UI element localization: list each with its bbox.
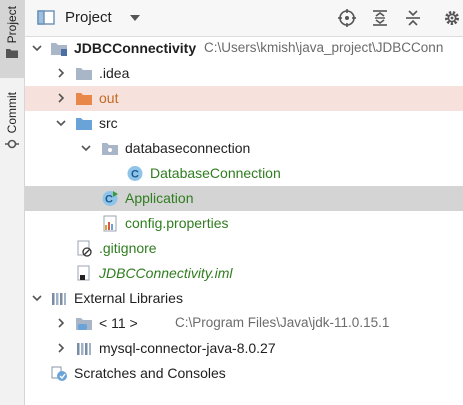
commit-tab-label: Commit xyxy=(5,92,19,134)
tree-item-scratches[interactable]: Scratches and Consoles xyxy=(25,361,463,386)
library-icon xyxy=(52,293,66,305)
tree-item-mysql-connector[interactable]: mysql-connector-java-8.0.27 xyxy=(25,336,463,361)
java-runnable-class-icon: C xyxy=(102,191,118,206)
library-icon xyxy=(77,343,91,355)
chevron-down-icon[interactable] xyxy=(32,293,42,303)
mysql-connector-label: mysql-connector-java-8.0.27 xyxy=(99,340,276,356)
commit-icon xyxy=(5,140,19,149)
out-folder-label: out xyxy=(99,90,119,106)
scratches-icon xyxy=(51,366,67,381)
tree-item-src[interactable]: src xyxy=(25,111,463,136)
chevron-down-icon[interactable] xyxy=(32,43,42,53)
svg-text:C: C xyxy=(105,194,113,206)
chevron-right-icon[interactable] xyxy=(56,343,66,353)
chevron-down-icon[interactable] xyxy=(56,118,66,128)
tree-item-application[interactable]: C Application xyxy=(25,186,463,211)
folder-icon xyxy=(6,49,18,59)
tree-item-jdk[interactable]: < 11 > C:\Program Files\Java\jdk-11.0.15… xyxy=(25,311,463,336)
java-class-icon: C xyxy=(127,166,143,181)
gear-icon[interactable] xyxy=(443,9,461,27)
jdk-version-label: < 11 > xyxy=(99,315,138,331)
iml-file-label: JDBCConnectivity.iml xyxy=(99,265,233,281)
tree-item-idea[interactable]: .idea xyxy=(25,61,463,86)
idea-folder-label: .idea xyxy=(99,65,130,81)
src-folder-label: src xyxy=(99,115,118,131)
package-label: databaseconnection xyxy=(125,140,251,156)
config-properties-label: config.properties xyxy=(125,215,229,231)
tree-item-package[interactable]: databaseconnection xyxy=(25,136,463,161)
application-label: Application xyxy=(125,190,194,206)
tree-item-iml[interactable]: JDBCConnectivity.iml xyxy=(25,261,463,286)
tree-item-out[interactable]: out xyxy=(25,86,463,111)
project-root-label: JDBCConnectivity xyxy=(74,40,197,56)
scratches-label: Scratches and Consoles xyxy=(74,365,226,381)
excluded-folder-icon xyxy=(76,93,92,105)
tree-item-database-connection[interactable]: C DatabaseConnection xyxy=(25,161,463,186)
project-tool-tab[interactable]: Project xyxy=(0,0,24,78)
folder-icon xyxy=(76,68,92,80)
jdk-icon xyxy=(76,318,92,330)
project-root-path: C:\Users\kmish\java_project\JDBCConn xyxy=(204,40,444,55)
svg-text:C: C xyxy=(131,169,139,181)
chevron-down-icon[interactable] xyxy=(129,14,141,22)
module-file-icon xyxy=(77,265,90,281)
chevron-down-icon[interactable] xyxy=(81,143,91,153)
select-opened-file-icon[interactable] xyxy=(338,9,356,27)
database-connection-label: DatabaseConnection xyxy=(150,165,281,181)
tree-item-project-root[interactable]: JDBCConnectivity C:\Users\kmish\java_pro… xyxy=(25,36,463,61)
chevron-right-icon[interactable] xyxy=(56,318,66,328)
ignore-file-icon xyxy=(77,240,92,257)
project-view-icon xyxy=(37,10,55,25)
chevron-right-icon[interactable] xyxy=(56,68,66,78)
expand-all-icon[interactable] xyxy=(371,9,389,27)
project-header: Project xyxy=(25,0,463,37)
package-icon xyxy=(102,143,118,155)
chevron-right-icon[interactable] xyxy=(56,93,66,103)
commit-tool-tab[interactable]: Commit xyxy=(0,92,24,172)
jdk-path-label: C:\Program Files\Java\jdk-11.0.15.1 xyxy=(175,315,390,330)
tool-window-strip: Project Commit xyxy=(0,0,25,405)
module-folder-icon xyxy=(51,43,67,56)
gitignore-label: .gitignore xyxy=(99,240,157,256)
tree-item-external-libraries[interactable]: External Libraries xyxy=(25,286,463,311)
collapse-all-icon[interactable] xyxy=(404,9,422,27)
properties-file-icon xyxy=(103,215,117,232)
external-libraries-label: External Libraries xyxy=(74,290,183,306)
tree-item-config-properties[interactable]: config.properties xyxy=(25,211,463,236)
source-folder-icon xyxy=(76,118,92,130)
project-view-title: Project xyxy=(65,9,112,26)
tree-item-gitignore[interactable]: .gitignore xyxy=(25,236,463,261)
project-tab-label: Project xyxy=(5,6,19,44)
